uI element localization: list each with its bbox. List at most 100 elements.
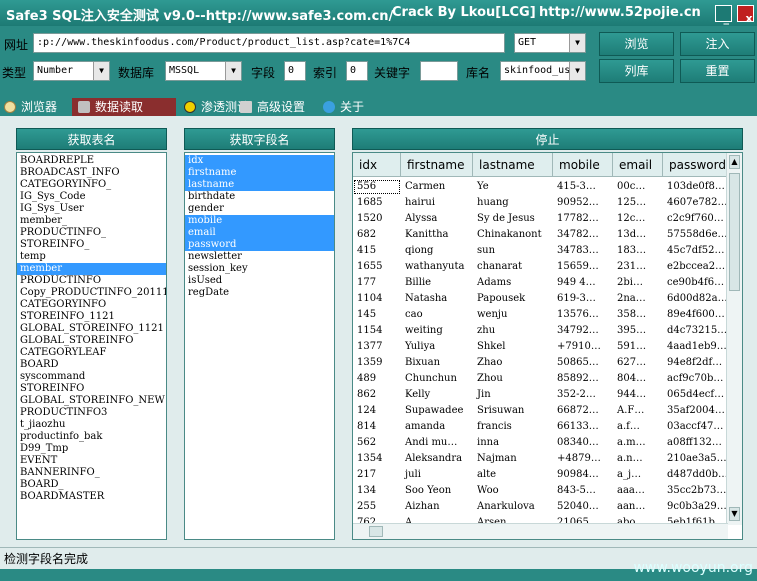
table-list-item[interactable]: IG_Sys_User: [17, 203, 166, 215]
field-count-input[interactable]: 0: [284, 61, 306, 81]
table-row[interactable]: 1655 wathanyuta chanarat 15659… 231… e2bccea2…: [353, 259, 728, 275]
field-list-item[interactable]: email: [185, 227, 334, 239]
table-list-item[interactable]: BOARDMASTER: [17, 491, 166, 503]
table-row[interactable]: 415 qiong sun 34783… 183… 45c7df52…: [353, 243, 728, 259]
table-list-item[interactable]: GLOBAL_STOREINFO: [17, 335, 166, 347]
table-list-item[interactable]: BOARD: [17, 359, 166, 371]
db-select[interactable]: MSSQL ▼: [165, 61, 242, 81]
index-input[interactable]: 0: [346, 61, 368, 81]
table-list-item[interactable]: CATEGORYINFO: [17, 299, 166, 311]
table-list-item[interactable]: PRODUCTINFO: [17, 275, 166, 287]
column-header[interactable]: idx: [353, 153, 401, 177]
table-list-item[interactable]: CATEGORYINFO_: [17, 179, 166, 191]
table-row[interactable]: 1154 weiting zhu 34792… 395… d4c73215…: [353, 323, 728, 339]
field-list-item[interactable]: birthdate: [185, 191, 334, 203]
table-list-item[interactable]: CATEGORYLEAF: [17, 347, 166, 359]
table-list-item[interactable]: IG_Sys_Code: [17, 191, 166, 203]
column-header[interactable]: firstname: [401, 153, 473, 177]
tab-about[interactable]: 关于: [323, 98, 377, 116]
table-list-item[interactable]: BROADCAST_INFO: [17, 167, 166, 179]
table-cell: 395…: [617, 325, 647, 336]
dbname-select[interactable]: skinfood_us ▼: [500, 61, 586, 81]
reset-button[interactable]: 重置: [680, 59, 755, 83]
table-row[interactable]: 556 Carmen Ye 415-3… 00c… 103de0f8…: [353, 179, 728, 195]
scroll-up-icon[interactable]: ▲: [729, 155, 740, 169]
column-header[interactable]: password: [663, 153, 728, 177]
table-list-item[interactable]: BANNERINFO_: [17, 467, 166, 479]
tables-list[interactable]: BOARDREPLE BROADCAST_INFO CATEGORYINFO_ IG_…: [16, 152, 167, 540]
field-list-item[interactable]: password: [185, 239, 334, 251]
table-list-item[interactable]: BOARD_: [17, 479, 166, 491]
table-list-item[interactable]: EVENT: [17, 455, 166, 467]
table-list-item[interactable]: temp: [17, 251, 166, 263]
vertical-scrollbar[interactable]: ▲ ▼: [726, 153, 742, 525]
field-list-item[interactable]: lastname: [185, 179, 334, 191]
table-list-item[interactable]: productinfo_bak: [17, 431, 166, 443]
table-row[interactable]: 1520 Alyssa Sy de Jesus 17782… 12c… c2c9f760…: [353, 211, 728, 227]
field-list-item[interactable]: regDate: [185, 287, 334, 299]
stop-button[interactable]: 停止: [352, 128, 743, 150]
table-row[interactable]: 134 Soo Yeon Woo 843-5… aaa… 35cc2b73…: [353, 483, 728, 499]
field-list-item[interactable]: mobile: [185, 215, 334, 227]
table-row[interactable]: 489 Chunchun Zhou 85892… 804… acf9c70b…: [353, 371, 728, 387]
tab-browser[interactable]: 浏览器: [4, 98, 70, 116]
table-row[interactable]: 1377 Yuliya Shkel +7910… 591… 4aad1eb9…: [353, 339, 728, 355]
field-list-item[interactable]: idx: [185, 155, 334, 167]
fields-list[interactable]: idx firstname lastname birthdate gender mobil…: [184, 152, 335, 540]
table-row[interactable]: 217 juli alte 90984… a_j… d487dd0b…: [353, 467, 728, 483]
table-row[interactable]: 1359 Bixuan Zhao 50865… 627… 94e8f2df…: [353, 355, 728, 371]
minimize-button[interactable]: _: [715, 5, 732, 25]
table-list-item[interactable]: BOARDREPLE: [17, 155, 166, 167]
scrollbar-thumb[interactable]: [729, 173, 740, 291]
title-bar: Safe3 SQL注入安全测试 v9.0--http://www.safe3.c…: [0, 0, 757, 26]
table-list-item[interactable]: D99_Tmp: [17, 443, 166, 455]
table-row[interactable]: 255 Aizhan Anarkulova 52040… aan… 9c0b3a29…: [353, 499, 728, 515]
table-row[interactable]: 1685 hairui huang 90952… 125… 4607e782…: [353, 195, 728, 211]
table-list-item[interactable]: PRODUCTINFO_: [17, 227, 166, 239]
table-list-item[interactable]: STOREINFO_1121: [17, 311, 166, 323]
table-list-item[interactable]: GLOBAL_STOREINFO_1121: [17, 323, 166, 335]
table-list-item[interactable]: t_jiaozhu: [17, 419, 166, 431]
column-header[interactable]: email: [613, 153, 663, 177]
table-row[interactable]: 682 Kanittha Chinakanont 34782… 13d… 57558d6e…: [353, 227, 728, 243]
column-header[interactable]: lastname: [473, 153, 553, 177]
table-list-item[interactable]: member_: [17, 215, 166, 227]
table-list-item[interactable]: STOREINFO_: [17, 239, 166, 251]
data-grid[interactable]: idx firstname lastname mobile email password …: [352, 152, 743, 540]
scroll-down-icon[interactable]: ▼: [729, 507, 740, 521]
table-list-item[interactable]: PRODUCTINFO3: [17, 407, 166, 419]
table-list-item[interactable]: GLOBAL_STOREINFO_NEW: [17, 395, 166, 407]
table-row[interactable]: 562 Andi mu… inna 08340… a.m… a08ff132…: [353, 435, 728, 451]
type-select[interactable]: Number ▼: [33, 61, 110, 81]
field-list-item[interactable]: newsletter: [185, 251, 334, 263]
table-row[interactable]: 124 Supawadee Srisuwan 66872… A.F… 35af2004…: [353, 403, 728, 419]
table-list-item[interactable]: Copy_PRODUCTINFO_20111010: [17, 287, 166, 299]
list-db-button[interactable]: 列库: [599, 59, 674, 83]
url-input[interactable]: :p://www.theskinfoodus.com/Product/produ…: [33, 33, 505, 53]
table-list-item[interactable]: syscommand: [17, 371, 166, 383]
field-list-item[interactable]: isUsed: [185, 275, 334, 287]
inject-button[interactable]: 注入: [680, 32, 755, 56]
horizontal-scrollbar[interactable]: [353, 523, 728, 539]
keyword-input[interactable]: [420, 61, 458, 81]
get-fields-button[interactable]: 获取字段名: [184, 128, 335, 150]
field-list-item[interactable]: firstname: [185, 167, 334, 179]
table-row[interactable]: 1354 Aleksandra Najman +4879… a.n… 210ae3a5…: [353, 451, 728, 467]
table-row[interactable]: 177 Billie Adams 949 4… 2bi… ce90b4f6…: [353, 275, 728, 291]
close-button[interactable]: x: [737, 5, 754, 25]
table-list-item[interactable]: STOREINFO: [17, 383, 166, 395]
table-row[interactable]: 1104 Natasha Papousek 619-3… 2na… 6d00d82a…: [353, 291, 728, 307]
column-header[interactable]: mobile: [553, 153, 613, 177]
browse-button[interactable]: 浏览: [599, 32, 674, 56]
hscroll-thumb[interactable]: [369, 526, 383, 537]
field-list-item[interactable]: session_key: [185, 263, 334, 275]
table-row[interactable]: 814 amanda francis 66133… a.f… 03accf47…: [353, 419, 728, 435]
tab-advanced[interactable]: 高级设置: [240, 98, 322, 116]
table-row[interactable]: 862 Kelly Jin 352-2… 944… 065d4ecf…: [353, 387, 728, 403]
tab-data-read[interactable]: 数据读取: [72, 98, 176, 116]
table-list-item[interactable]: member: [17, 263, 166, 275]
method-select[interactable]: GET ▼: [514, 33, 586, 53]
get-tables-button[interactable]: 获取表名: [16, 128, 167, 150]
field-list-item[interactable]: gender: [185, 203, 334, 215]
table-row[interactable]: 145 cao wenju 13576… 358… 89e4f600…: [353, 307, 728, 323]
